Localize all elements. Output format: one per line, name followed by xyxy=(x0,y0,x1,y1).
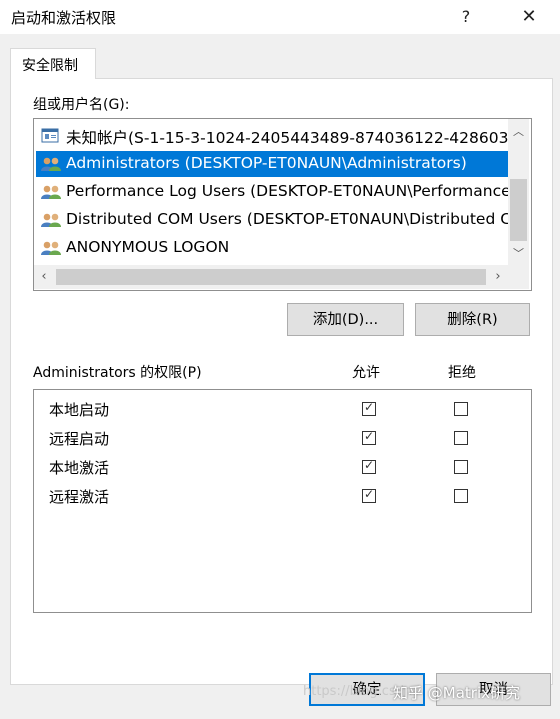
scroll-up-icon[interactable]: ︿ xyxy=(508,123,529,140)
list-item[interactable]: 未知帐户(S-1-15-3-1024-2405443489-874036122-… xyxy=(36,123,508,149)
vertical-scroll-thumb[interactable] xyxy=(510,179,527,241)
checkmark-icon: ✓ xyxy=(363,487,375,501)
users-group-icon xyxy=(41,241,61,255)
permission-name: 远程激活 xyxy=(49,488,110,506)
title-bar: 启动和激活权限 ? ✕ xyxy=(0,0,560,34)
permission-name: 本地启动 xyxy=(49,401,110,419)
watermark-zhihu: 知乎 @Matrix研究 xyxy=(393,684,520,702)
scroll-right-icon[interactable]: › xyxy=(488,265,508,289)
groups-listbox[interactable]: 未知帐户(S-1-15-3-1024-2405443489-874036122-… xyxy=(33,118,532,291)
scroll-left-icon[interactable]: ‹ xyxy=(34,265,54,289)
horizontal-scrollbar[interactable]: ‹ › xyxy=(34,265,508,289)
allow-checkbox[interactable]: ✓ xyxy=(362,429,376,445)
add-button[interactable]: 添加(D)... xyxy=(287,303,404,336)
list-item-label: Performance Log Users (DESKTOP-ET0NAUN\P… xyxy=(66,182,508,200)
tab-security-limits[interactable]: 安全限制 xyxy=(10,48,96,79)
allow-checkbox[interactable]: ✓ xyxy=(362,400,376,416)
checkmark-icon: ✓ xyxy=(363,429,375,443)
permission-row: 远程激活 ✓ xyxy=(34,481,529,510)
deny-checkbox[interactable] xyxy=(454,489,468,503)
users-group-icon xyxy=(41,157,61,171)
list-item[interactable]: ANONYMOUS LOGON xyxy=(36,235,508,261)
list-item-label: Distributed COM Users (DESKTOP-ET0NAUN\D… xyxy=(66,210,508,228)
tab-label: 安全限制 xyxy=(22,58,78,74)
list-item[interactable]: Performance Log Users (DESKTOP-ET0NAUN\P… xyxy=(36,179,508,205)
list-item[interactable]: Distributed COM Users (DESKTOP-ET0NAUN\D… xyxy=(36,207,508,233)
permission-name: 本地激活 xyxy=(49,459,110,477)
permission-row: 远程启动 ✓ xyxy=(34,423,529,452)
scrollbar-corner xyxy=(508,265,529,289)
remove-button[interactable]: 删除(R) xyxy=(415,303,530,336)
users-group-icon xyxy=(41,185,61,199)
permission-row: 本地激活 ✓ xyxy=(34,452,529,481)
unknown-account-icon xyxy=(41,128,59,143)
checkmark-icon: ✓ xyxy=(363,458,375,472)
deny-checkbox[interactable] xyxy=(454,431,468,445)
allow-column-header: 允许 xyxy=(352,365,380,381)
permissions-list: 本地启动 ✓ 远程启动 ✓ 本地激活 ✓ 远程激活 ✓ xyxy=(33,389,532,613)
horizontal-scroll-thumb[interactable] xyxy=(56,269,486,285)
allow-checkbox[interactable]: ✓ xyxy=(362,458,376,474)
help-button[interactable]: ? xyxy=(444,0,488,34)
list-item-label: 未知帐户(S-1-15-3-1024-2405443489-874036122-… xyxy=(66,129,508,147)
permission-row: 本地启动 ✓ xyxy=(34,394,529,423)
list-item-label: Administrators (DESKTOP-ET0NAUN\Administ… xyxy=(66,154,467,172)
deny-checkbox[interactable] xyxy=(454,402,468,416)
vertical-scrollbar[interactable]: ︿ ﹀ xyxy=(508,119,529,265)
permission-name: 远程启动 xyxy=(49,430,110,448)
scroll-down-icon[interactable]: ﹀ xyxy=(508,245,529,262)
groups-label: 组或用户名(G): xyxy=(33,97,130,113)
window-title: 启动和激活权限 xyxy=(11,9,117,27)
users-group-icon xyxy=(41,213,61,227)
close-button[interactable]: ✕ xyxy=(507,0,551,34)
checkmark-icon: ✓ xyxy=(363,400,375,414)
list-item-label: ANONYMOUS LOGON xyxy=(66,238,230,256)
allow-checkbox[interactable]: ✓ xyxy=(362,487,376,503)
list-item-selected[interactable]: Administrators (DESKTOP-ET0NAUN\Administ… xyxy=(36,151,508,177)
permissions-label: Administrators 的权限(P) xyxy=(33,365,202,381)
deny-column-header: 拒绝 xyxy=(448,365,476,381)
deny-checkbox[interactable] xyxy=(454,460,468,474)
